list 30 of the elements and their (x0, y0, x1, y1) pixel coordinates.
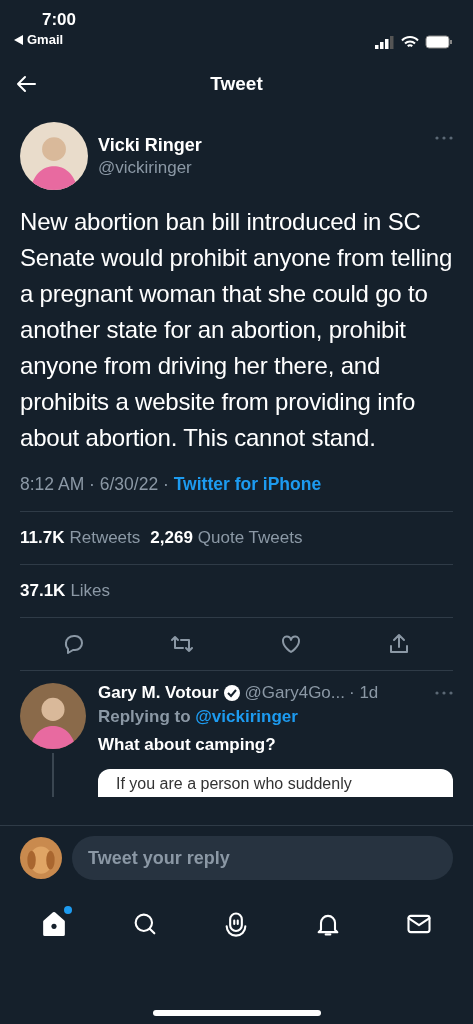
stat-count[interactable]: 11.7K (20, 528, 65, 548)
source-link[interactable]: Twitter for iPhone (173, 474, 322, 494)
tweet-text: New abortion ban bill introduced in SC Senate would prohibit anyone from telling a pregnant woman that she could go to another state for an abortion, prohibit anyone from driving her there, and prohibits a website from providing info about abortion. This cannot stand. (20, 207, 453, 453)
quoted-card[interactable]: If you are a person who suddenly (98, 769, 453, 797)
more-icon[interactable] (435, 136, 453, 140)
stat-count[interactable]: 2,269 (150, 528, 193, 548)
signal-icon (375, 35, 395, 49)
likes-count[interactable]: 37.1K (20, 581, 66, 601)
reply-author-name[interactable]: Gary M. Votour (98, 683, 219, 703)
mention-link[interactable]: @vickiringer (195, 707, 298, 726)
battery-icon (425, 35, 453, 49)
back-to-app-link[interactable]: Gmail (27, 32, 64, 47)
stat-label[interactable]: Quote Tweets (197, 528, 303, 548)
author-handle[interactable]: @vickiringer (98, 157, 425, 178)
tweet-timestamp: 8:12 AM · 6/30/22 · (20, 474, 170, 494)
reply-text: What about camping? (98, 735, 277, 755)
author-name[interactable]: Vicki Ringer (98, 134, 425, 156)
reply-author-handle[interactable]: @Gary4Go... (244, 683, 345, 703)
reply-input-field[interactable]: Tweet your reply (72, 836, 453, 880)
back-triangle-icon[interactable] (14, 34, 23, 45)
status-time: 7:00 (42, 10, 77, 30)
stat-label[interactable]: Retweets (69, 528, 141, 548)
likes-label[interactable]: Likes (70, 581, 111, 601)
more-icon[interactable] (435, 691, 453, 695)
wifi-icon (401, 35, 419, 49)
replying-to-text: Replying to @vickiringer (98, 707, 299, 727)
page-title: Tweet (210, 73, 263, 95)
reply-time: · 1d (349, 683, 379, 703)
avatar-icon[interactable] (20, 837, 62, 879)
card-text: If you are a person who suddenly (116, 775, 352, 792)
